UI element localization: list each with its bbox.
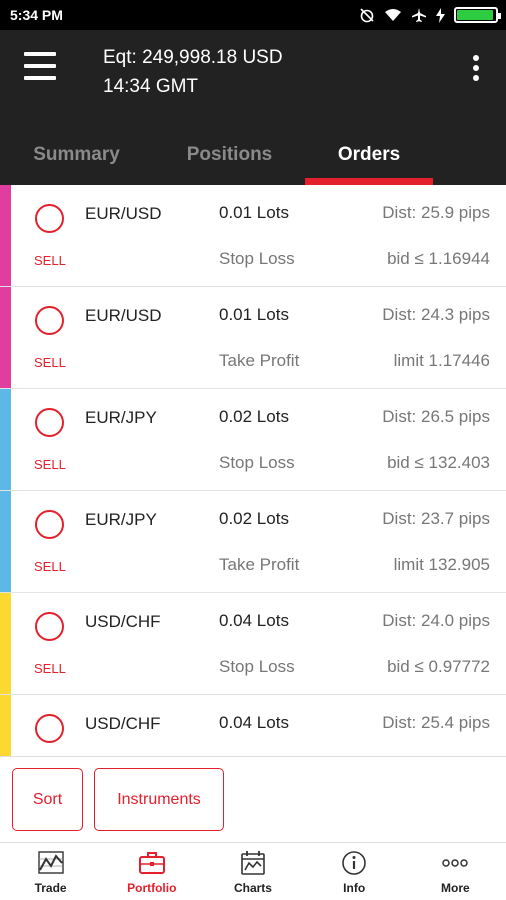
trade-chart-icon — [36, 849, 66, 877]
order-type: Stop Loss — [219, 249, 295, 268]
tab-orders[interactable]: Orders — [305, 125, 433, 185]
action-bar: Sort Instruments — [0, 756, 506, 842]
info-icon — [339, 849, 369, 877]
nav-label: Trade — [34, 881, 67, 895]
order-distance: Dist: 25.9 pips — [382, 203, 490, 222]
tab-bar: Summary Positions Orders — [0, 125, 506, 185]
order-lots: 0.04 Lots — [219, 611, 289, 630]
more-dots-icon — [440, 849, 470, 877]
order-row[interactable]: USD/CHF 0.04 Lots Dist: 25.4 pips — [0, 695, 506, 756]
instrument-color-stripe — [0, 491, 11, 592]
order-lots: 0.02 Lots — [219, 509, 289, 528]
close-order-circle-icon[interactable] — [35, 714, 64, 743]
instrument-color-stripe — [0, 287, 11, 388]
order-side: SELL — [34, 559, 66, 574]
order-price: bid ≤ 132.403 — [387, 453, 490, 472]
order-symbol: EUR/USD — [85, 204, 162, 223]
nav-trade[interactable]: Trade — [0, 843, 101, 900]
order-side: SELL — [34, 457, 66, 472]
order-type: Take Profit — [219, 555, 300, 574]
charging-icon — [436, 7, 445, 23]
order-type: Stop Loss — [219, 453, 295, 472]
alarm-off-icon — [360, 8, 374, 23]
tab-positions[interactable]: Positions — [153, 125, 306, 185]
tab-summary[interactable]: Summary — [0, 125, 153, 185]
order-distance: Dist: 24.0 pips — [382, 611, 490, 630]
order-distance: Dist: 24.3 pips — [382, 305, 490, 324]
order-lots: 0.01 Lots — [219, 305, 289, 324]
active-tab-indicator — [305, 178, 433, 185]
equity-value: Eqt: 249,998.18 USD — [103, 47, 283, 68]
orders-list: SELL EUR/USD 0.01 Lots Stop Loss Dist: 2… — [0, 185, 506, 756]
nav-label: More — [441, 881, 470, 895]
overflow-menu-icon[interactable] — [472, 55, 480, 81]
order-type: Stop Loss — [219, 657, 295, 676]
order-symbol: EUR/JPY — [85, 408, 157, 427]
order-symbol: USD/CHF — [85, 714, 161, 733]
order-type: Take Profit — [219, 351, 300, 370]
order-side: SELL — [34, 253, 66, 268]
order-price: limit 132.905 — [393, 555, 490, 574]
bottom-nav: Trade Portfolio Charts Info More — [0, 842, 506, 900]
close-order-circle-icon[interactable] — [35, 408, 64, 437]
order-symbol: EUR/USD — [85, 306, 162, 325]
wifi-icon — [385, 9, 401, 21]
nav-more[interactable]: More — [405, 843, 506, 900]
order-price: limit 1.17446 — [393, 351, 490, 370]
status-bar: 5:34 PM — [0, 0, 506, 30]
nav-label: Charts — [233, 881, 272, 895]
order-symbol: EUR/JPY — [85, 510, 157, 529]
order-price: bid ≤ 0.97772 — [387, 657, 490, 676]
status-icons — [359, 7, 501, 23]
order-lots: 0.02 Lots — [219, 407, 289, 426]
order-distance: Dist: 25.4 pips — [382, 713, 490, 732]
order-symbol: USD/CHF — [85, 612, 161, 631]
nav-portfolio[interactable]: Portfolio — [101, 843, 202, 900]
briefcase-icon — [137, 849, 167, 877]
instrument-color-stripe — [0, 389, 11, 490]
close-order-circle-icon[interactable] — [35, 612, 64, 641]
nav-label: Portfolio — [127, 881, 177, 895]
order-row[interactable]: SELL USD/CHF 0.04 Lots Stop Loss Dist: 2… — [0, 593, 506, 695]
order-row[interactable]: SELL EUR/USD 0.01 Lots Stop Loss Dist: 2… — [0, 185, 506, 287]
instruments-button[interactable]: Instruments — [94, 768, 224, 831]
airplane-icon — [412, 8, 426, 22]
order-row[interactable]: SELL EUR/USD 0.01 Lots Take Profit Dist:… — [0, 287, 506, 389]
order-side: SELL — [34, 355, 66, 370]
nav-info[interactable]: Info — [304, 843, 405, 900]
gmt-time: 14:34 GMT — [103, 76, 199, 97]
instrument-color-stripe — [0, 695, 11, 756]
order-row[interactable]: SELL EUR/JPY 0.02 Lots Take Profit Dist:… — [0, 491, 506, 593]
account-summary: Eqt: 249,998.18 USD 14:34 GMT — [103, 43, 283, 101]
sort-button[interactable]: Sort — [12, 768, 83, 831]
order-lots: 0.04 Lots — [219, 713, 289, 732]
nav-charts[interactable]: Charts — [202, 843, 303, 900]
order-distance: Dist: 26.5 pips — [382, 407, 490, 426]
close-order-circle-icon[interactable] — [35, 510, 64, 539]
close-order-circle-icon[interactable] — [35, 204, 64, 233]
nav-label: Info — [343, 881, 366, 895]
battery-icon — [454, 7, 501, 23]
instrument-color-stripe — [0, 593, 11, 694]
order-row[interactable]: SELL EUR/JPY 0.02 Lots Stop Loss Dist: 2… — [0, 389, 506, 491]
app-bar: Eqt: 249,998.18 USD 14:34 GMT — [0, 30, 506, 125]
order-lots: 0.01 Lots — [219, 203, 289, 222]
close-order-circle-icon[interactable] — [35, 306, 64, 335]
instrument-color-stripe — [0, 185, 11, 286]
order-distance: Dist: 23.7 pips — [382, 509, 490, 528]
status-time: 5:34 PM — [10, 7, 63, 23]
order-side: SELL — [34, 661, 66, 676]
order-price: bid ≤ 1.16944 — [387, 249, 490, 268]
hamburger-menu-icon[interactable] — [24, 52, 56, 80]
calendar-chart-icon — [238, 849, 268, 877]
